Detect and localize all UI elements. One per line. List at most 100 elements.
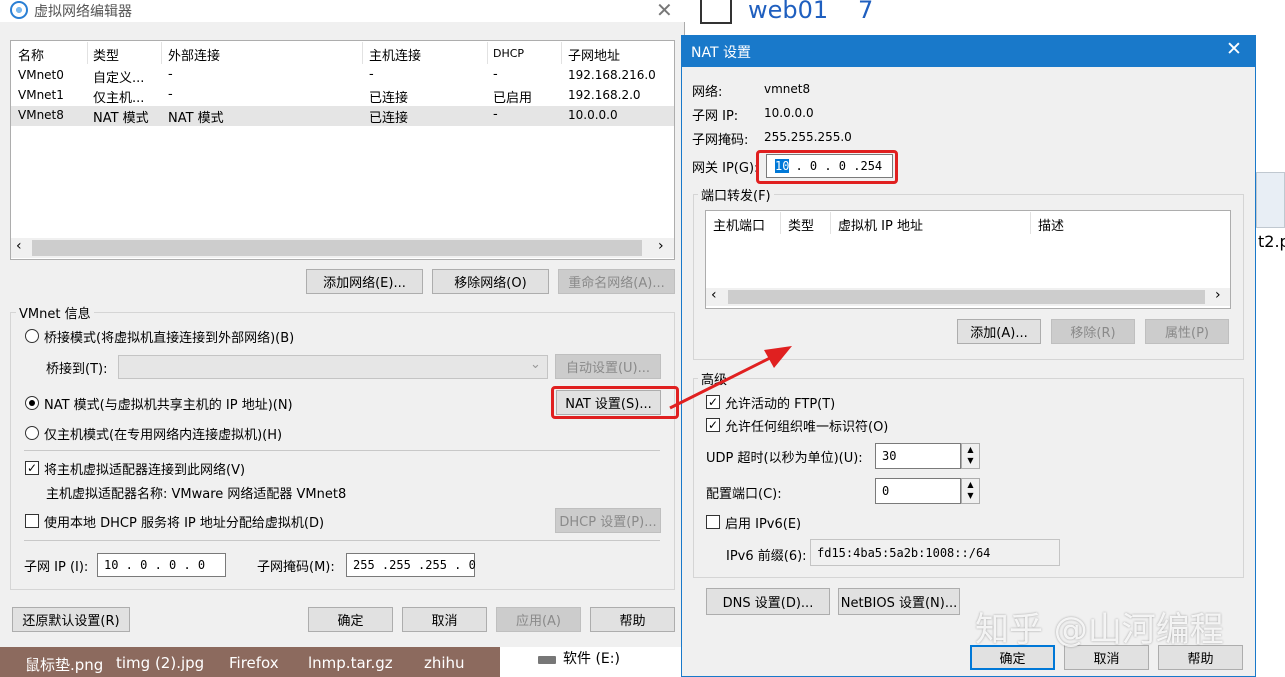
col-divider <box>830 212 831 234</box>
col-divider <box>87 42 88 64</box>
config-port-spinner[interactable]: ▲ ▼ <box>961 478 980 504</box>
close-icon[interactable]: ✕ <box>656 0 673 22</box>
host-only-label[interactable]: 仅主机模式(在专用网络内连接虚拟机)(H) <box>44 424 282 443</box>
pf-col-host-port[interactable]: 主机端口 <box>713 215 765 234</box>
bg-title-num: 7 <box>858 0 874 24</box>
scroll-left-icon[interactable]: ‹ <box>16 238 22 254</box>
subnet-mask-value: 255.255.255.0 <box>764 130 852 144</box>
drive-label[interactable]: 软件 (E:) <box>563 648 620 668</box>
scroll-thumb[interactable] <box>728 290 1205 304</box>
taskbar-item[interactable]: 鼠标垫.png <box>25 654 103 675</box>
udp-timeout-label: UDP 超时(以秒为单位)(U): <box>706 451 863 466</box>
taskbar-item[interactable]: lnmp.tar.gz <box>308 654 393 672</box>
col-header-subnet[interactable]: 子网地址 <box>568 45 620 64</box>
taskbar-item[interactable]: Firefox <box>229 654 279 672</box>
taskbar-item[interactable]: timg (2).jpg <box>116 654 204 672</box>
bridge-to-label: 桥接到(T): <box>46 362 108 377</box>
rename-network-button[interactable]: 重命名网络(A)... <box>558 269 675 294</box>
pf-properties-button[interactable]: 属性(P) <box>1145 319 1229 344</box>
dns-settings-button[interactable]: DNS 设置(D)... <box>706 588 830 615</box>
bg-thumbnail <box>1256 172 1285 228</box>
network-label: 网络: <box>692 85 723 100</box>
apply-button[interactable]: 应用(A) <box>496 607 581 632</box>
pf-remove-button[interactable]: 移除(R) <box>1051 319 1135 344</box>
globe-icon <box>10 1 28 19</box>
subnet-mask-field[interactable]: 255 .255 .255 . 0 <box>346 553 476 577</box>
restore-defaults-button[interactable]: 还原默认设置(R) <box>12 607 130 632</box>
col-divider <box>561 42 562 64</box>
dhcp-settings-button[interactable]: DHCP 设置(P)... <box>555 508 661 533</box>
ok-button[interactable]: 确定 <box>308 607 393 632</box>
bridge-mode-radio[interactable] <box>25 329 39 343</box>
nat-mode-label[interactable]: NAT 模式(与虚拟机共享主机的 IP 地址)(N) <box>44 394 293 413</box>
use-dhcp-label[interactable]: 使用本地 DHCP 服务将 IP 地址分配给虚拟机(D) <box>44 512 324 531</box>
udp-spinner[interactable]: ▲ ▼ <box>961 443 980 469</box>
cell: VMnet0 <box>18 68 64 82</box>
dialog-title: NAT 设置 <box>691 45 751 61</box>
dialog-close-icon[interactable]: ✕ <box>1226 38 1242 60</box>
col-divider <box>780 212 781 234</box>
drive-icon <box>538 656 556 664</box>
nat-mode-radio[interactable] <box>25 396 39 410</box>
cell: 已连接 <box>369 91 409 106</box>
pf-col-type[interactable]: 类型 <box>788 215 814 234</box>
cell: 仅主机... <box>93 91 145 106</box>
annotation-arrow <box>669 346 792 410</box>
subnet-ip-label: 子网 IP: <box>692 109 739 124</box>
bg-title-text: web01 <box>748 0 829 24</box>
cell: 192.168.216.0 <box>568 68 656 82</box>
chevron-down-icon: ⌄ <box>530 357 541 372</box>
ipv6-prefix-field[interactable]: fd15:4ba5:5a2b:1008::/64 <box>810 539 1060 566</box>
config-port-input[interactable]: 0 <box>875 478 961 504</box>
col-divider <box>362 42 363 64</box>
scroll-thumb[interactable] <box>32 240 642 256</box>
subnet-mask-label: 子网掩码(M): <box>257 560 335 575</box>
col-divider <box>487 42 488 64</box>
col-header-type[interactable]: 类型 <box>93 45 119 64</box>
subnet-ip-label: 子网 IP (I): <box>24 560 89 575</box>
enable-ipv6-checkbox[interactable] <box>706 515 720 529</box>
col-divider <box>1030 212 1031 234</box>
host-only-radio[interactable] <box>25 426 39 440</box>
remove-network-button[interactable]: 移除网络(O) <box>432 269 549 294</box>
taskbar-item[interactable]: zhihu <box>424 654 465 672</box>
config-port-label: 配置端口(C): <box>706 487 782 502</box>
add-network-button[interactable]: 添加网络(E)... <box>306 269 423 294</box>
subnet-ip-value: 10.0.0.0 <box>764 106 814 120</box>
network-value: vmnet8 <box>764 82 811 96</box>
connect-adapter-checkbox[interactable]: ✓ <box>25 461 39 475</box>
scroll-right-icon[interactable]: › <box>1215 287 1221 303</box>
col-header-name[interactable]: 名称 <box>18 45 44 64</box>
enable-ipv6-label[interactable]: 启用 IPv6(E) <box>725 513 801 532</box>
cell: - <box>168 87 173 102</box>
pf-col-vm-ip[interactable]: 虚拟机 IP 地址 <box>838 215 923 234</box>
vmnet-info-label: VMnet 信息 <box>16 303 94 322</box>
scroll-left-icon[interactable]: ‹ <box>711 287 717 303</box>
cell: - <box>369 67 374 82</box>
subnet-ip-field[interactable]: 10 . 0 . 0 . 0 <box>97 553 226 577</box>
connect-adapter-label[interactable]: 将主机虚拟适配器连接到此网络(V) <box>44 459 245 478</box>
pf-add-button[interactable]: 添加(A)... <box>957 319 1041 344</box>
dialog-titlebar <box>681 35 1256 67</box>
cancel-button[interactable]: 取消 <box>402 607 487 632</box>
netbios-settings-button[interactable]: NetBIOS 设置(N)... <box>838 588 960 615</box>
col-header-dhcp[interactable]: DHCP <box>493 47 524 60</box>
help-button[interactable]: 帮助 <box>590 607 675 632</box>
use-dhcp-checkbox[interactable] <box>25 514 39 528</box>
udp-timeout-input[interactable]: 30 <box>875 443 961 469</box>
col-header-external[interactable]: 外部连接 <box>168 45 220 64</box>
divider <box>24 540 660 541</box>
col-header-host[interactable]: 主机连接 <box>369 45 421 64</box>
bridge-mode-label[interactable]: 桥接模式(将虚拟机直接连接到外部网络)(B) <box>44 327 294 346</box>
cell: - <box>493 67 498 82</box>
pf-col-desc[interactable]: 描述 <box>1038 215 1064 234</box>
cell: 已启用 <box>493 91 533 106</box>
cell: VMnet1 <box>18 88 64 102</box>
cell: 192.168.2.0 <box>568 88 641 102</box>
scroll-right-icon[interactable]: › <box>658 238 664 254</box>
cell: NAT 模式 <box>93 111 149 126</box>
bridge-to-select[interactable] <box>118 355 548 379</box>
port-forward-label: 端口转发(F) <box>698 185 774 204</box>
auto-settings-button[interactable]: 自动设置(U)... <box>555 354 661 379</box>
cell: 10.0.0.0 <box>568 108 618 122</box>
